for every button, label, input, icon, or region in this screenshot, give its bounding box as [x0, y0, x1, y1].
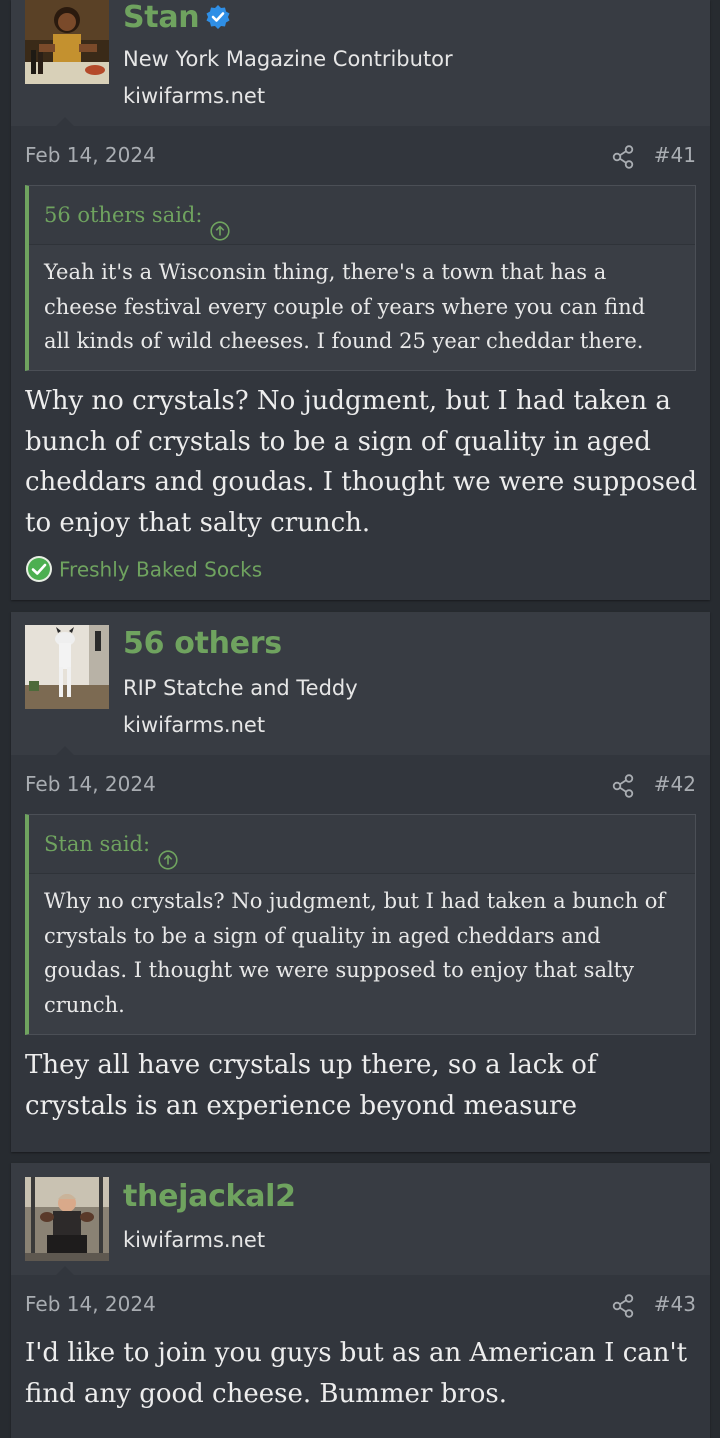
- post-number[interactable]: #41: [654, 143, 696, 167]
- username-text[interactable]: Stan: [123, 0, 200, 35]
- avatar[interactable]: [25, 625, 109, 709]
- quote-block: 56 others said: Yeah it's a Wisconsin th…: [25, 185, 696, 371]
- user-site: kiwifarms.net: [123, 713, 266, 737]
- user-block: 56 others RIP Statche and Teddy kiwifarm…: [11, 612, 710, 756]
- quote-author[interactable]: 56 others said:: [44, 203, 202, 227]
- avatar[interactable]: [25, 0, 109, 84]
- user-site: kiwifarms.net: [123, 1228, 266, 1252]
- post-43: thejackal2 kiwifarms.net Feb 14, 2024 #4…: [11, 1163, 710, 1438]
- arrow-up-circle-icon[interactable]: [210, 205, 231, 241]
- verified-badge-icon: [205, 3, 231, 29]
- quote-block: Stan said: Why no crystals? No judgment,…: [25, 814, 696, 1035]
- post-meta: Feb 14, 2024 #42: [11, 772, 710, 800]
- user-block: Stan New York Magazine Contributor kiwif…: [11, 0, 710, 127]
- post-date[interactable]: Feb 14, 2024: [25, 143, 156, 167]
- post-number[interactable]: #42: [654, 772, 696, 796]
- post-body: I'd like to join you guys but as an Amer…: [25, 1338, 688, 1409]
- username[interactable]: Stan: [123, 0, 231, 35]
- post-42: 56 others RIP Statche and Teddy kiwifarm…: [11, 612, 710, 1152]
- user-title: New York Magazine Contributor: [123, 47, 453, 71]
- post-date[interactable]: Feb 14, 2024: [25, 1292, 156, 1316]
- post-date[interactable]: Feb 14, 2024: [25, 772, 156, 796]
- post-body: Why no crystals? No judgment, but I had …: [25, 386, 697, 538]
- username[interactable]: 56 others: [123, 626, 282, 661]
- user-site: kiwifarms.net: [123, 84, 266, 108]
- reaction-users[interactable]: Freshly Baked Socks: [59, 558, 262, 582]
- post-meta: Feb 14, 2024 #43: [11, 1292, 710, 1320]
- quote-header[interactable]: 56 others said:: [29, 186, 695, 245]
- quote-text: Yeah it's a Wisconsin thing, there's a t…: [44, 260, 646, 353]
- share-icon[interactable]: [612, 145, 634, 169]
- arrow-up-circle-icon[interactable]: [158, 834, 178, 870]
- quote-text: Why no crystals? No judgment, but I had …: [44, 889, 666, 1017]
- post-body: They all have crystals up there, so a la…: [25, 1050, 597, 1121]
- post-meta: Feb 14, 2024 #41: [11, 143, 710, 171]
- checkmark-reaction-icon: [25, 555, 53, 583]
- user-title: RIP Statche and Teddy: [123, 676, 358, 700]
- user-block: thejackal2 kiwifarms.net: [11, 1163, 710, 1276]
- post-number[interactable]: #43: [654, 1292, 696, 1316]
- share-icon[interactable]: [612, 1294, 634, 1318]
- post-41: Stan New York Magazine Contributor kiwif…: [11, 0, 710, 600]
- quote-header[interactable]: Stan said:: [29, 815, 695, 874]
- avatar[interactable]: [25, 1177, 109, 1261]
- quote-author[interactable]: Stan said:: [44, 832, 150, 856]
- username[interactable]: thejackal2: [123, 1179, 296, 1214]
- share-icon[interactable]: [612, 774, 634, 798]
- reaction-bar[interactable]: Freshly Baked Socks: [25, 555, 262, 587]
